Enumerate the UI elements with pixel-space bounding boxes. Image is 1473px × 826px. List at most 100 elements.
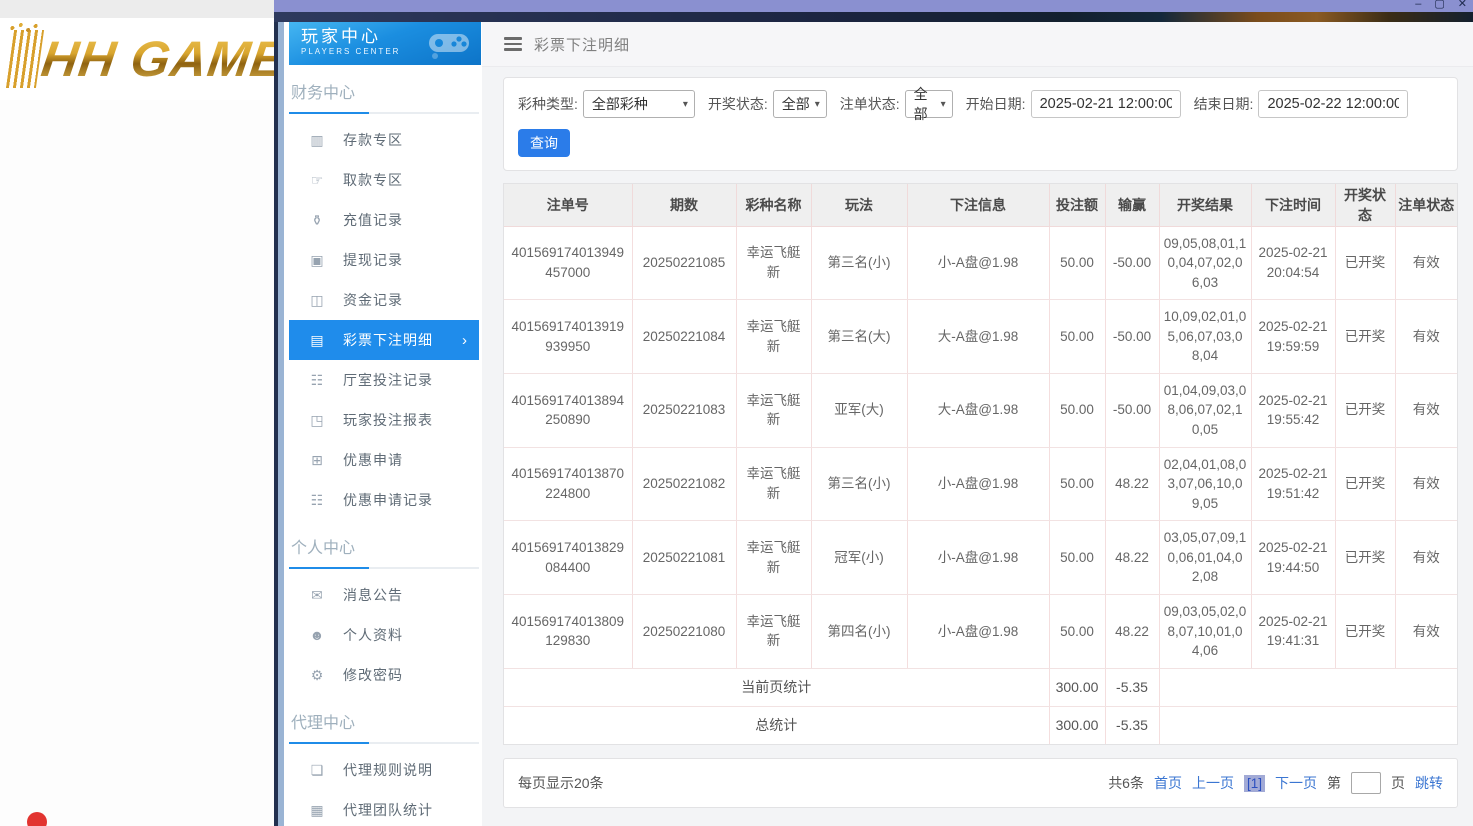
prev-page-link[interactable]: 上一页 xyxy=(1192,773,1234,793)
jump-suffix-label: 页 xyxy=(1391,775,1405,792)
draw-status-select[interactable]: 全部 ▾ xyxy=(772,90,827,118)
chevron-down-icon: ▾ xyxy=(940,98,946,110)
table-cell: 大-A盘@1.98 xyxy=(907,373,1050,448)
sidebar-item[interactable]: ⚙ 修改密码 xyxy=(289,655,479,695)
background-page: HH GAME xyxy=(0,0,274,826)
table-cell: 幸运飞艇新 xyxy=(736,373,812,448)
pagination-bar: 每页显示20条 共6条 首页 上一页 [1] 下一页 第 页 跳转 xyxy=(503,758,1458,809)
table-cell: 第三名(小) xyxy=(811,226,908,301)
table-cell: 2025-02-21 19:55:42 xyxy=(1251,373,1336,448)
sidebar-item[interactable]: ☷ 优惠申请记录 xyxy=(289,480,479,520)
table-cell: -50.00 xyxy=(1105,373,1160,448)
bets-table: 注单号 期数 彩种名称 玩法 下注信息 投注额 输赢 开奖结果 下注时间 开奖状态 注单状态 401… xyxy=(504,184,1457,745)
sidebar-item[interactable]: ▤ 彩票下注明细 › xyxy=(289,320,479,360)
moneybag-icon: ⚱ xyxy=(311,211,323,228)
column-header: 下注时间 xyxy=(1251,184,1336,227)
table-cell: 50.00 xyxy=(1049,299,1106,374)
sidebar-item[interactable]: ◳ 玩家投注报表 xyxy=(289,400,479,440)
red-fragment xyxy=(27,812,47,826)
player-report-icon: ◳ xyxy=(310,411,324,428)
table-cell: 50.00 xyxy=(1049,373,1106,448)
table-cell: 小-A盘@1.98 xyxy=(907,594,1050,669)
logo-band: HH GAME xyxy=(0,18,274,100)
hamburger-menu-icon[interactable] xyxy=(504,37,522,51)
end-date-input[interactable] xyxy=(1258,90,1409,118)
bets-table-card: 注单号 期数 彩种名称 玩法 下注信息 投注额 输赢 开奖结果 下注时间 开奖状态 注单状态 401… xyxy=(503,183,1458,746)
sidebar-item[interactable]: ☷ 厅室投注记录 xyxy=(289,360,479,400)
sidebar-item-label: 修改密码 xyxy=(343,667,403,683)
order-status-select[interactable]: 全部 ▾ xyxy=(904,86,953,122)
jump-page-input[interactable] xyxy=(1351,772,1381,795)
table-cell: 20250221085 xyxy=(632,226,737,301)
close-icon[interactable]: ✕ xyxy=(1458,0,1467,10)
table-cell: 已开奖 xyxy=(1335,520,1396,595)
sidebar-section-title: 个人中心 xyxy=(289,534,479,569)
table-row: 401569174013829084400 20250221081 幸运飞艇新 冠军(… xyxy=(504,520,1457,595)
draw-status-label: 开奖状态: xyxy=(707,96,768,112)
lottery-type-select[interactable]: 全部彩种 ▾ xyxy=(582,90,695,118)
sidebar-item-label: 取款专区 xyxy=(343,172,403,188)
summary-winloss-total: -5.35 xyxy=(1105,668,1160,707)
sidebar-item[interactable]: ◫ 资金记录 xyxy=(289,280,479,320)
next-page-link[interactable]: 下一页 xyxy=(1275,773,1317,793)
table-cell: 冠军(小) xyxy=(811,520,908,595)
table-cell: 已开奖 xyxy=(1335,373,1396,448)
table-cell: 小-A盘@1.98 xyxy=(907,447,1050,522)
column-header: 下注信息 xyxy=(907,184,1050,227)
user-icon: ☻ xyxy=(309,627,325,643)
sidebar-item-label: 优惠申请记录 xyxy=(343,492,433,508)
sidebar-item[interactable]: ▣ 提现记录 xyxy=(289,240,479,280)
sidebar-item[interactable]: ⊞ 优惠申请 xyxy=(289,440,479,480)
summary-row: 当前页统计 300.00 -5.35 xyxy=(504,668,1457,707)
table-cell: 20250221081 xyxy=(632,520,737,595)
table-cell: 有效 xyxy=(1395,373,1457,448)
column-header: 投注额 xyxy=(1049,184,1106,227)
withdraw-hand-icon: ☞ xyxy=(310,171,324,188)
agent-team-stats-icon: ▦ xyxy=(310,801,324,818)
table-cell: 09,03,05,02,08,07,10,01,04,06 xyxy=(1159,594,1252,669)
sidebar-item[interactable]: ⚱ 充值记录 xyxy=(289,200,479,240)
maximize-icon[interactable]: ▢ xyxy=(1434,0,1444,10)
table-cell: 20250221082 xyxy=(632,447,737,522)
table-cell: 有效 xyxy=(1395,299,1457,374)
summary-blank-cell xyxy=(1159,706,1457,745)
sidebar-item[interactable]: ▥ 存款专区 xyxy=(289,120,479,160)
first-page-link[interactable]: 首页 xyxy=(1154,773,1182,793)
sidebar-item[interactable]: ☞ 取款专区 xyxy=(289,160,479,200)
table-row: 401569174013919939950 20250221084 幸运飞艇新 第三名… xyxy=(504,299,1457,374)
table-cell: -50.00 xyxy=(1105,226,1160,301)
minimize-icon[interactable]: – xyxy=(1415,0,1421,10)
column-header: 开奖状态 xyxy=(1335,184,1396,227)
table-cell: 已开奖 xyxy=(1335,299,1396,374)
sidebar-item-label: 存款专区 xyxy=(343,132,403,148)
sidebar-item[interactable]: ▦ 代理团队统计 xyxy=(289,790,479,826)
chevron-right-icon: › xyxy=(462,331,467,349)
column-header: 开奖结果 xyxy=(1159,184,1252,227)
page-size-text: 每页显示20条 xyxy=(518,775,604,792)
sidebar-item[interactable]: ❏ 代理规则说明 xyxy=(289,750,479,790)
start-date-label: 开始日期: xyxy=(965,96,1026,112)
table-cell: 幸运飞艇新 xyxy=(736,594,812,669)
logo-text: HH GAME xyxy=(38,30,274,88)
table-cell: 2025-02-21 19:44:50 xyxy=(1251,520,1336,595)
query-button[interactable]: 查询 xyxy=(518,129,570,157)
table-cell: 2025-02-21 20:04:54 xyxy=(1251,226,1336,301)
table-cell: 50.00 xyxy=(1049,520,1106,595)
table-cell: 10,09,02,01,05,06,07,03,08,04 xyxy=(1159,299,1252,374)
sidebar-item[interactable]: ✉ 消息公告 xyxy=(289,575,479,615)
table-cell: 第三名(小) xyxy=(811,447,908,522)
table-row: 401569174013870224800 20250221082 幸运飞艇新 第三名… xyxy=(504,447,1457,522)
total-count: 共6条 xyxy=(1108,775,1144,792)
summary-bet-total: 300.00 xyxy=(1049,706,1106,745)
app-window: – ▢ ✕ 玩家中心 PLAYERS CENTER 财务中心 ▥ 存款专区 ☞ 取款专区 ⚱ 充… xyxy=(274,0,1473,826)
bet-detail-list-icon: ▤ xyxy=(310,331,324,348)
table-cell: 50.00 xyxy=(1049,594,1106,669)
table-cell: 2025-02-21 19:41:31 xyxy=(1251,594,1336,669)
jump-button[interactable]: 跳转 xyxy=(1415,773,1443,793)
table-cell: 20250221083 xyxy=(632,373,737,448)
sidebar-item[interactable]: ☻ 个人资料 xyxy=(289,615,479,655)
table-cell: 401569174013919939950 xyxy=(504,299,633,374)
column-header: 期数 xyxy=(632,184,737,227)
start-date-input[interactable] xyxy=(1030,90,1181,118)
table-cell: 2025-02-21 19:51:42 xyxy=(1251,447,1336,522)
